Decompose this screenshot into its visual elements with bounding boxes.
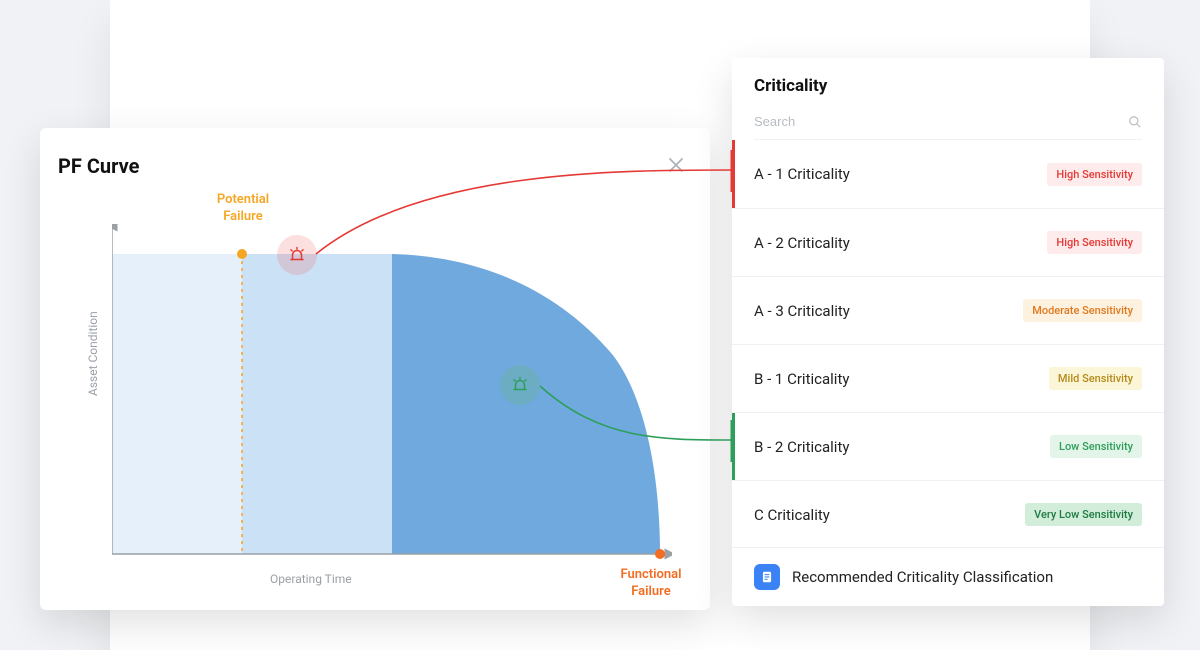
- siren-icon: [288, 246, 306, 264]
- sensitivity-badge: High Sensitivity: [1047, 163, 1142, 186]
- criticality-title: Criticality: [754, 76, 1142, 96]
- criticality-panel: Criticality A - 1 Criticality High Sensi…: [732, 58, 1164, 606]
- close-button[interactable]: [668, 156, 688, 176]
- pf-curve-card: PF Curve Asset Condition Operating Time …: [40, 128, 710, 610]
- sensitivity-badge: Moderate Sensitivity: [1023, 299, 1142, 322]
- row-label: A - 1 Criticality: [754, 165, 850, 183]
- sensitivity-badge: Very Low Sensitivity: [1025, 503, 1142, 526]
- x-axis-label: Operating Time: [270, 572, 352, 586]
- search-icon: [1128, 115, 1142, 129]
- criticality-row[interactable]: B - 1 Criticality Mild Sensitivity: [732, 344, 1164, 412]
- criticality-list: A - 1 Criticality High Sensitivity A - 2…: [732, 140, 1164, 547]
- alert-marker-low[interactable]: [500, 365, 540, 405]
- document-icon: [754, 564, 780, 590]
- row-label: A - 2 Criticality: [754, 234, 850, 252]
- search-input[interactable]: [754, 114, 1128, 129]
- recommended-classification-link[interactable]: Recommended Criticality Classification: [732, 547, 1164, 606]
- row-label: B - 1 Criticality: [754, 370, 849, 388]
- criticality-row[interactable]: B - 2 Criticality Low Sensitivity: [732, 412, 1164, 480]
- search-field-wrap: [754, 110, 1142, 140]
- sensitivity-badge: Low Sensitivity: [1050, 435, 1142, 458]
- potential-failure-label: Potential Failure: [198, 192, 288, 226]
- close-icon: [668, 157, 684, 173]
- chart-title: PF Curve: [58, 154, 692, 178]
- row-label: B - 2 Criticality: [754, 438, 849, 456]
- footer-label: Recommended Criticality Classification: [792, 568, 1053, 586]
- sensitivity-badge: Mild Sensitivity: [1049, 367, 1142, 390]
- alert-marker-high[interactable]: [277, 235, 317, 275]
- y-axis-label: Asset Condition: [86, 311, 100, 396]
- sensitivity-badge: High Sensitivity: [1047, 231, 1142, 254]
- row-label: A - 3 Criticality: [754, 302, 850, 320]
- siren-icon: [511, 376, 529, 394]
- criticality-row[interactable]: A - 2 Criticality High Sensitivity: [732, 208, 1164, 276]
- criticality-row[interactable]: A - 1 Criticality High Sensitivity: [732, 140, 1164, 208]
- pf-curve-chart: [112, 224, 672, 564]
- criticality-row[interactable]: C Criticality Very Low Sensitivity: [732, 480, 1164, 547]
- criticality-row[interactable]: A - 3 Criticality Moderate Sensitivity: [732, 276, 1164, 344]
- row-label: C Criticality: [754, 506, 830, 524]
- functional-failure-label: Functional Failure: [611, 567, 691, 601]
